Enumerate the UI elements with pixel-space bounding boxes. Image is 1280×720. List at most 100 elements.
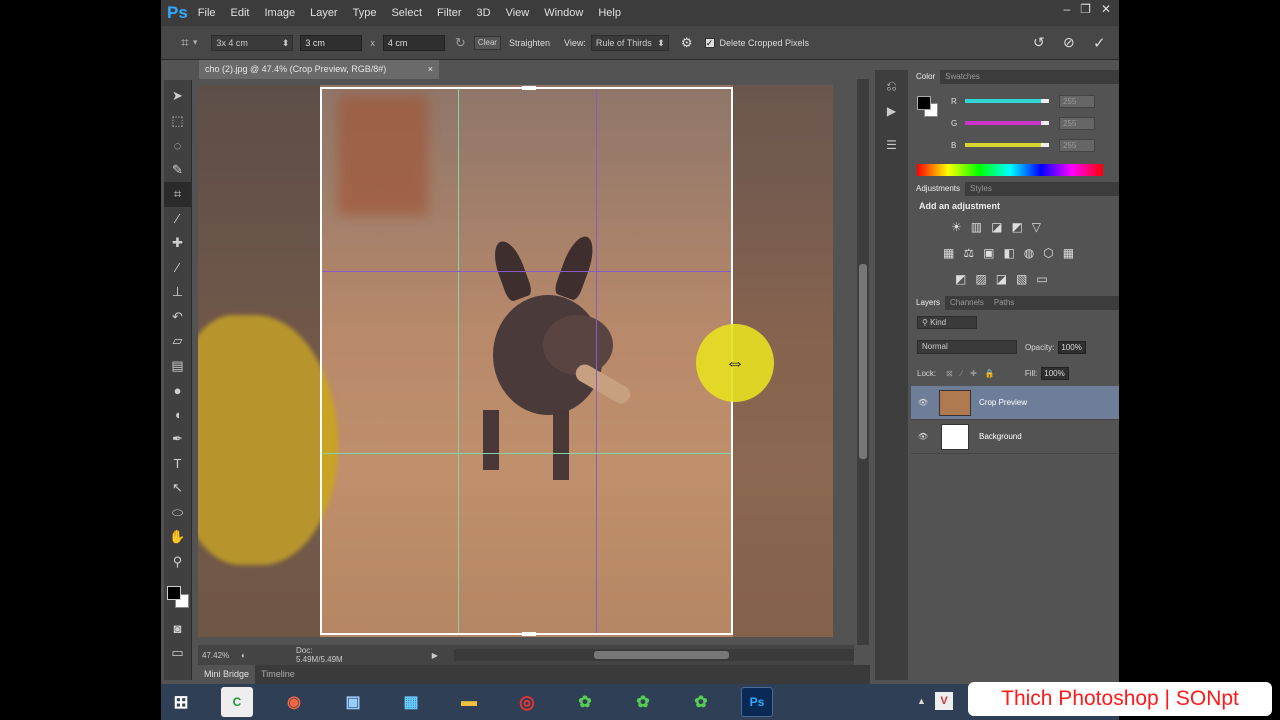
color-channel-slider[interactable] xyxy=(965,143,1049,147)
tool-preset-arrow-icon[interactable]: ▾ xyxy=(193,37,198,48)
color-channel-slider[interactable] xyxy=(965,121,1049,125)
ratio-preset-select[interactable]: 3x 4 cm ⬍ xyxy=(211,34,294,51)
camtasia-icon[interactable]: C xyxy=(221,687,253,717)
invert-icon[interactable]: ◩ xyxy=(955,272,966,286)
layer-filter-kind-select[interactable]: ⚲ Kind xyxy=(917,315,977,329)
hand-tool-icon[interactable]: ✋ xyxy=(164,525,191,550)
photo-filter-icon[interactable]: ◍ xyxy=(1024,246,1034,260)
menu-layer[interactable]: Layer xyxy=(310,7,338,19)
crop-box[interactable] xyxy=(320,86,733,636)
menu-image[interactable]: Image xyxy=(265,7,296,19)
zoom-tool-icon[interactable]: ⚲ xyxy=(164,550,191,575)
start-windows-icon[interactable]: ⊞ xyxy=(165,687,197,717)
reset-icon[interactable]: ↺ xyxy=(1033,34,1045,51)
actions-panel-icon[interactable]: ▶ xyxy=(875,104,908,130)
tab-adjustments[interactable]: Adjustments xyxy=(911,182,966,196)
quick-select-tool-icon[interactable]: ✎ xyxy=(164,158,191,183)
menu-view[interactable]: View xyxy=(506,7,530,19)
hue-saturation-icon[interactable]: ⚖ xyxy=(963,246,974,260)
color-spectrum-bar[interactable] xyxy=(917,164,1103,176)
tray-arrow-icon[interactable]: ▲ xyxy=(917,696,926,706)
straighten-button[interactable]: Straighten xyxy=(509,38,550,48)
pen-tool-icon[interactable]: ✒ xyxy=(164,427,191,452)
menu-filter[interactable]: Filter xyxy=(437,7,461,19)
visibility-eye-icon[interactable]: 👁 xyxy=(911,432,935,441)
tab-swatches[interactable]: Swatches xyxy=(940,70,985,84)
close-button[interactable]: ✕ xyxy=(1101,2,1111,16)
menu-window[interactable]: Window xyxy=(544,7,583,19)
curves-icon[interactable]: ◪ xyxy=(991,220,1002,234)
vibrance-icon[interactable]: ▦ xyxy=(943,246,954,260)
menu-select[interactable]: Select xyxy=(391,7,422,19)
menu-type[interactable]: Type xyxy=(353,7,377,19)
gear-icon[interactable]: ⚙ xyxy=(681,35,693,51)
menu-file[interactable]: File xyxy=(198,7,216,19)
eyedropper-tool-icon[interactable]: ⁄ xyxy=(164,207,191,232)
status-info-icon[interactable]: ◐ xyxy=(241,651,246,660)
gradient-map-icon[interactable]: ▽ xyxy=(1032,220,1041,234)
gradient-tool-icon[interactable]: ▤ xyxy=(164,354,191,379)
delete-cropped-checkbox[interactable]: ✓ xyxy=(704,37,715,48)
color-fg-swatch[interactable] xyxy=(917,96,931,110)
color-balance-icon[interactable]: ▣ xyxy=(983,246,994,260)
coccoc-icon[interactable]: ✿ xyxy=(569,687,601,717)
crop-height-input[interactable]: 4 cm xyxy=(382,34,445,51)
color-channel-value[interactable]: 255 xyxy=(1059,94,1095,108)
dodge-tool-icon[interactable]: ◖ xyxy=(164,403,191,428)
quick-mask-icon[interactable]: ◙ xyxy=(164,616,191,641)
photoshop-taskbar-icon[interactable]: Ps xyxy=(741,687,773,717)
foreground-color-swatch[interactable] xyxy=(167,586,181,600)
marquee-tool-icon[interactable]: ⬚ xyxy=(164,109,191,134)
tab-layers[interactable]: Layers xyxy=(911,296,946,310)
crop-handle-bottom[interactable] xyxy=(522,632,536,636)
overlay-view-select[interactable]: Rule of Thirds ⬍ xyxy=(590,34,669,51)
menu-3d[interactable]: 3D xyxy=(477,7,491,19)
horizontal-scrollbar-thumb[interactable] xyxy=(593,651,729,659)
eraser-tool-icon[interactable]: ▱ xyxy=(164,329,191,354)
color-lookup-icon[interactable]: ▦ xyxy=(1063,246,1074,260)
layer-row-crop-preview[interactable]: 👁 Crop Preview xyxy=(911,386,1119,420)
tray-app-icon[interactable]: V xyxy=(935,692,953,710)
clear-button[interactable]: Clear xyxy=(473,35,501,50)
crop-tool-icon[interactable]: ⌗ xyxy=(181,34,189,51)
restore-button[interactable]: ❐ xyxy=(1080,2,1091,16)
healing-brush-tool-icon[interactable]: ✚ xyxy=(164,231,191,256)
tab-color[interactable]: Color xyxy=(911,70,941,84)
blur-tool-icon[interactable]: ● xyxy=(164,378,191,403)
coccoc-icon-2[interactable]: ✿ xyxy=(627,687,659,717)
black-white-icon[interactable]: ◧ xyxy=(1003,246,1014,260)
coccoc-icon-3[interactable]: ✿ xyxy=(685,687,717,717)
posterize-icon[interactable]: ▨ xyxy=(975,272,986,286)
tab-styles[interactable]: Styles xyxy=(965,182,997,196)
horizontal-scrollbar[interactable] xyxy=(453,649,854,661)
lock-icons[interactable]: ⊠∕✚🔒 xyxy=(946,369,1003,378)
chrome-icon[interactable]: ◎ xyxy=(511,687,543,717)
canvas-area[interactable]: ⇔ xyxy=(198,79,854,645)
type-tool-icon[interactable]: T xyxy=(164,452,191,477)
menu-edit[interactable]: Edit xyxy=(231,7,250,19)
tab-channels[interactable]: Channels xyxy=(945,296,989,310)
brush-tool-icon[interactable]: ∕ xyxy=(164,256,191,281)
properties-panel-icon[interactable]: ☰ xyxy=(875,138,908,164)
crop-handle-top[interactable] xyxy=(522,86,536,90)
selective-color-icon[interactable]: ▧ xyxy=(1016,272,1027,286)
minimize-button[interactable]: – xyxy=(1063,2,1070,16)
document-tab-close-icon[interactable]: × xyxy=(428,60,433,79)
visibility-eye-icon[interactable]: 👁 xyxy=(911,398,935,407)
history-panel-icon[interactable]: ⎌ xyxy=(875,78,908,104)
threshold-icon[interactable]: ◪ xyxy=(996,272,1007,286)
layer-name[interactable]: Background xyxy=(979,432,1022,441)
vertical-scrollbar[interactable] xyxy=(857,79,869,645)
color-channel-value[interactable]: 255 xyxy=(1059,116,1095,130)
color-swatches[interactable] xyxy=(164,574,191,616)
color-channel-value[interactable]: 255 xyxy=(1059,138,1095,152)
status-menu-arrow-icon[interactable]: ▶ xyxy=(432,651,438,660)
tab-paths[interactable]: Paths xyxy=(989,296,1019,310)
color-channel-slider[interactable] xyxy=(965,99,1049,103)
layer-row-background[interactable]: 👁 Background xyxy=(911,420,1119,454)
history-brush-tool-icon[interactable]: ↶ xyxy=(164,305,191,330)
commit-check-icon[interactable]: ✓ xyxy=(1093,34,1106,52)
vertical-scrollbar-thumb[interactable] xyxy=(859,264,867,459)
shape-tool-icon[interactable]: ⬭ xyxy=(164,501,191,526)
swap-dimensions-button[interactable]: x xyxy=(370,38,375,48)
